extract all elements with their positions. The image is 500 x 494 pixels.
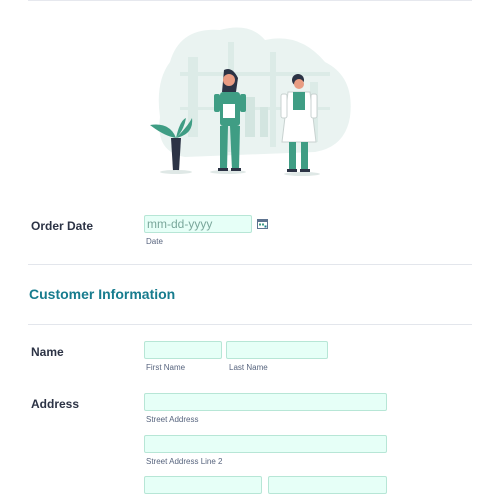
- section-title: Customer Information: [29, 286, 176, 302]
- last-name-input[interactable]: [226, 341, 328, 359]
- last-name-sublabel: Last Name: [229, 363, 268, 372]
- state-input[interactable]: [268, 476, 387, 494]
- section-divider: [28, 264, 472, 265]
- section-divider: [28, 324, 472, 325]
- name-label: Name: [31, 345, 64, 359]
- order-date-label: Order Date: [31, 219, 94, 233]
- city-input[interactable]: [144, 476, 262, 494]
- first-name-input[interactable]: [144, 341, 222, 359]
- street-address-input[interactable]: [144, 393, 387, 411]
- order-date-sublabel: Date: [146, 237, 163, 246]
- calendar-icon[interactable]: [257, 219, 268, 229]
- street-address-line2-input[interactable]: [144, 435, 387, 453]
- medical-staff-illustration: [150, 27, 351, 176]
- first-name-sublabel: First Name: [146, 363, 186, 372]
- street-address-sublabel: Street Address: [146, 415, 199, 424]
- top-divider: [28, 0, 472, 1]
- address-label: Address: [31, 397, 80, 411]
- street-address-line2-sublabel: Street Address Line 2: [146, 457, 223, 466]
- order-date-input[interactable]: [144, 215, 252, 233]
